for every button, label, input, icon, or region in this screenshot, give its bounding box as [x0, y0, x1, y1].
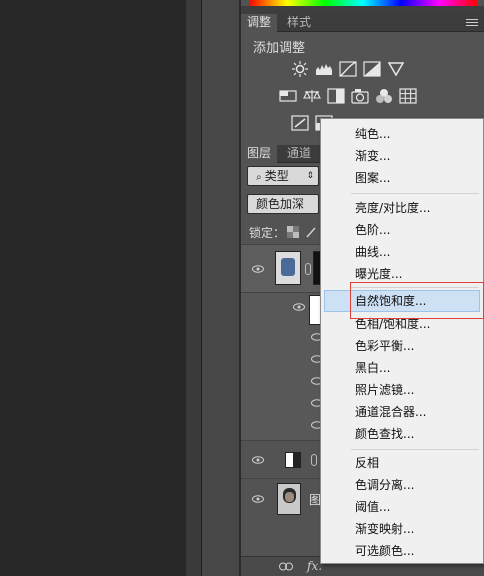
link-layers-icon[interactable] — [279, 562, 293, 571]
menu-item-invert[interactable]: 反相 — [321, 452, 483, 474]
menu-item-selective-color[interactable]: 可选颜色... — [321, 540, 483, 562]
channel-mixer-icon[interactable] — [375, 88, 393, 104]
layer-group-effects — [241, 292, 323, 440]
eye-icon[interactable] — [252, 456, 264, 464]
menu-item-threshold[interactable]: 阈值... — [321, 496, 483, 518]
layer-thumbnail — [277, 483, 301, 515]
lock-pixels-icon[interactable] — [305, 226, 317, 238]
canvas-workspace[interactable] — [0, 0, 186, 576]
menu-item-pattern[interactable]: 图案... — [321, 167, 483, 189]
menu-item-gradient[interactable]: 渐变... — [321, 145, 483, 167]
levels-icon[interactable] — [315, 61, 333, 77]
eye-icon[interactable] — [252, 265, 264, 273]
tab-styles[interactable]: 样式 — [281, 14, 317, 32]
menu-separator — [351, 193, 479, 194]
layer-row-photo[interactable]: 图 — [241, 478, 321, 518]
menu-item-curves[interactable]: 曲线... — [321, 241, 483, 263]
lock-label: 锁定： — [249, 226, 286, 240]
layer-filter-select[interactable]: ⌕ 类型 ⇕ — [247, 166, 319, 186]
eye-icon[interactable] — [252, 495, 264, 503]
link-icon[interactable] — [305, 263, 311, 275]
menu-item-gradient-map[interactable]: 渐变映射... — [321, 518, 483, 540]
tab-adjustments[interactable]: 调整 — [241, 14, 278, 32]
curves-icon[interactable] — [339, 61, 357, 77]
link-icon[interactable] — [311, 454, 317, 466]
panel-dock-strip — [202, 0, 240, 576]
search-icon: ⌕ — [256, 172, 265, 183]
menu-item-levels[interactable]: 色阶... — [321, 219, 483, 241]
annotation-highlight-frame — [350, 282, 484, 319]
menu-item-posterize[interactable]: 色调分离... — [321, 474, 483, 496]
tab-layers[interactable]: 图层 — [241, 145, 278, 163]
menu-item-color-balance[interactable]: 色彩平衡... — [321, 335, 483, 357]
layer-thumbnail — [285, 452, 301, 468]
menu-item-channel-mixer[interactable]: 通道混合器... — [321, 401, 483, 423]
layer-filter-value: 类型 — [264, 169, 289, 183]
invert-icon[interactable] — [291, 115, 309, 131]
vibrance-icon[interactable] — [387, 61, 405, 77]
layer-row-adjustment[interactable] — [241, 244, 321, 292]
adjustments-tab-bar: 调整 样式 — [241, 14, 484, 32]
adjustment-layer-menu: 纯色... 渐变... 图案... 亮度/对比度... 色阶... 曲线... … — [320, 118, 484, 564]
canvas-scrollbar[interactable] — [186, 0, 202, 576]
panel-menu-icon[interactable] — [464, 16, 480, 29]
tab-channels[interactable]: 通道 — [281, 145, 317, 163]
photo-filter-icon[interactable] — [351, 88, 369, 104]
add-adjustment-title: 添加调整 — [253, 41, 306, 56]
menu-item-brightness-contrast[interactable]: 亮度/对比度... — [321, 197, 483, 219]
black-white-icon[interactable] — [327, 88, 345, 104]
layer-thumbnail — [275, 251, 301, 285]
exposure-icon[interactable] — [363, 61, 381, 77]
eye-icon[interactable] — [293, 303, 305, 311]
brightness-contrast-icon[interactable] — [291, 61, 309, 77]
hue-saturation-icon[interactable] — [279, 88, 297, 104]
menu-item-photo-filter[interactable]: 照片滤镜... — [321, 379, 483, 401]
menu-item-black-white[interactable]: 黑白... — [321, 357, 483, 379]
color-balance-icon[interactable] — [303, 88, 321, 104]
layer-row-solid[interactable] — [241, 440, 321, 478]
menu-item-color-lookup[interactable]: 颜色查找... — [321, 423, 483, 445]
color-lookup-icon[interactable] — [399, 88, 417, 104]
menu-separator — [351, 449, 479, 450]
menu-item-solid-color[interactable]: 纯色... — [321, 123, 483, 145]
stepper-icon: ⇕ — [306, 171, 314, 181]
lock-transparency-icon[interactable] — [287, 226, 299, 238]
color-panel-edge — [241, 6, 484, 14]
blend-mode-select[interactable]: 颜色加深 — [247, 194, 319, 214]
